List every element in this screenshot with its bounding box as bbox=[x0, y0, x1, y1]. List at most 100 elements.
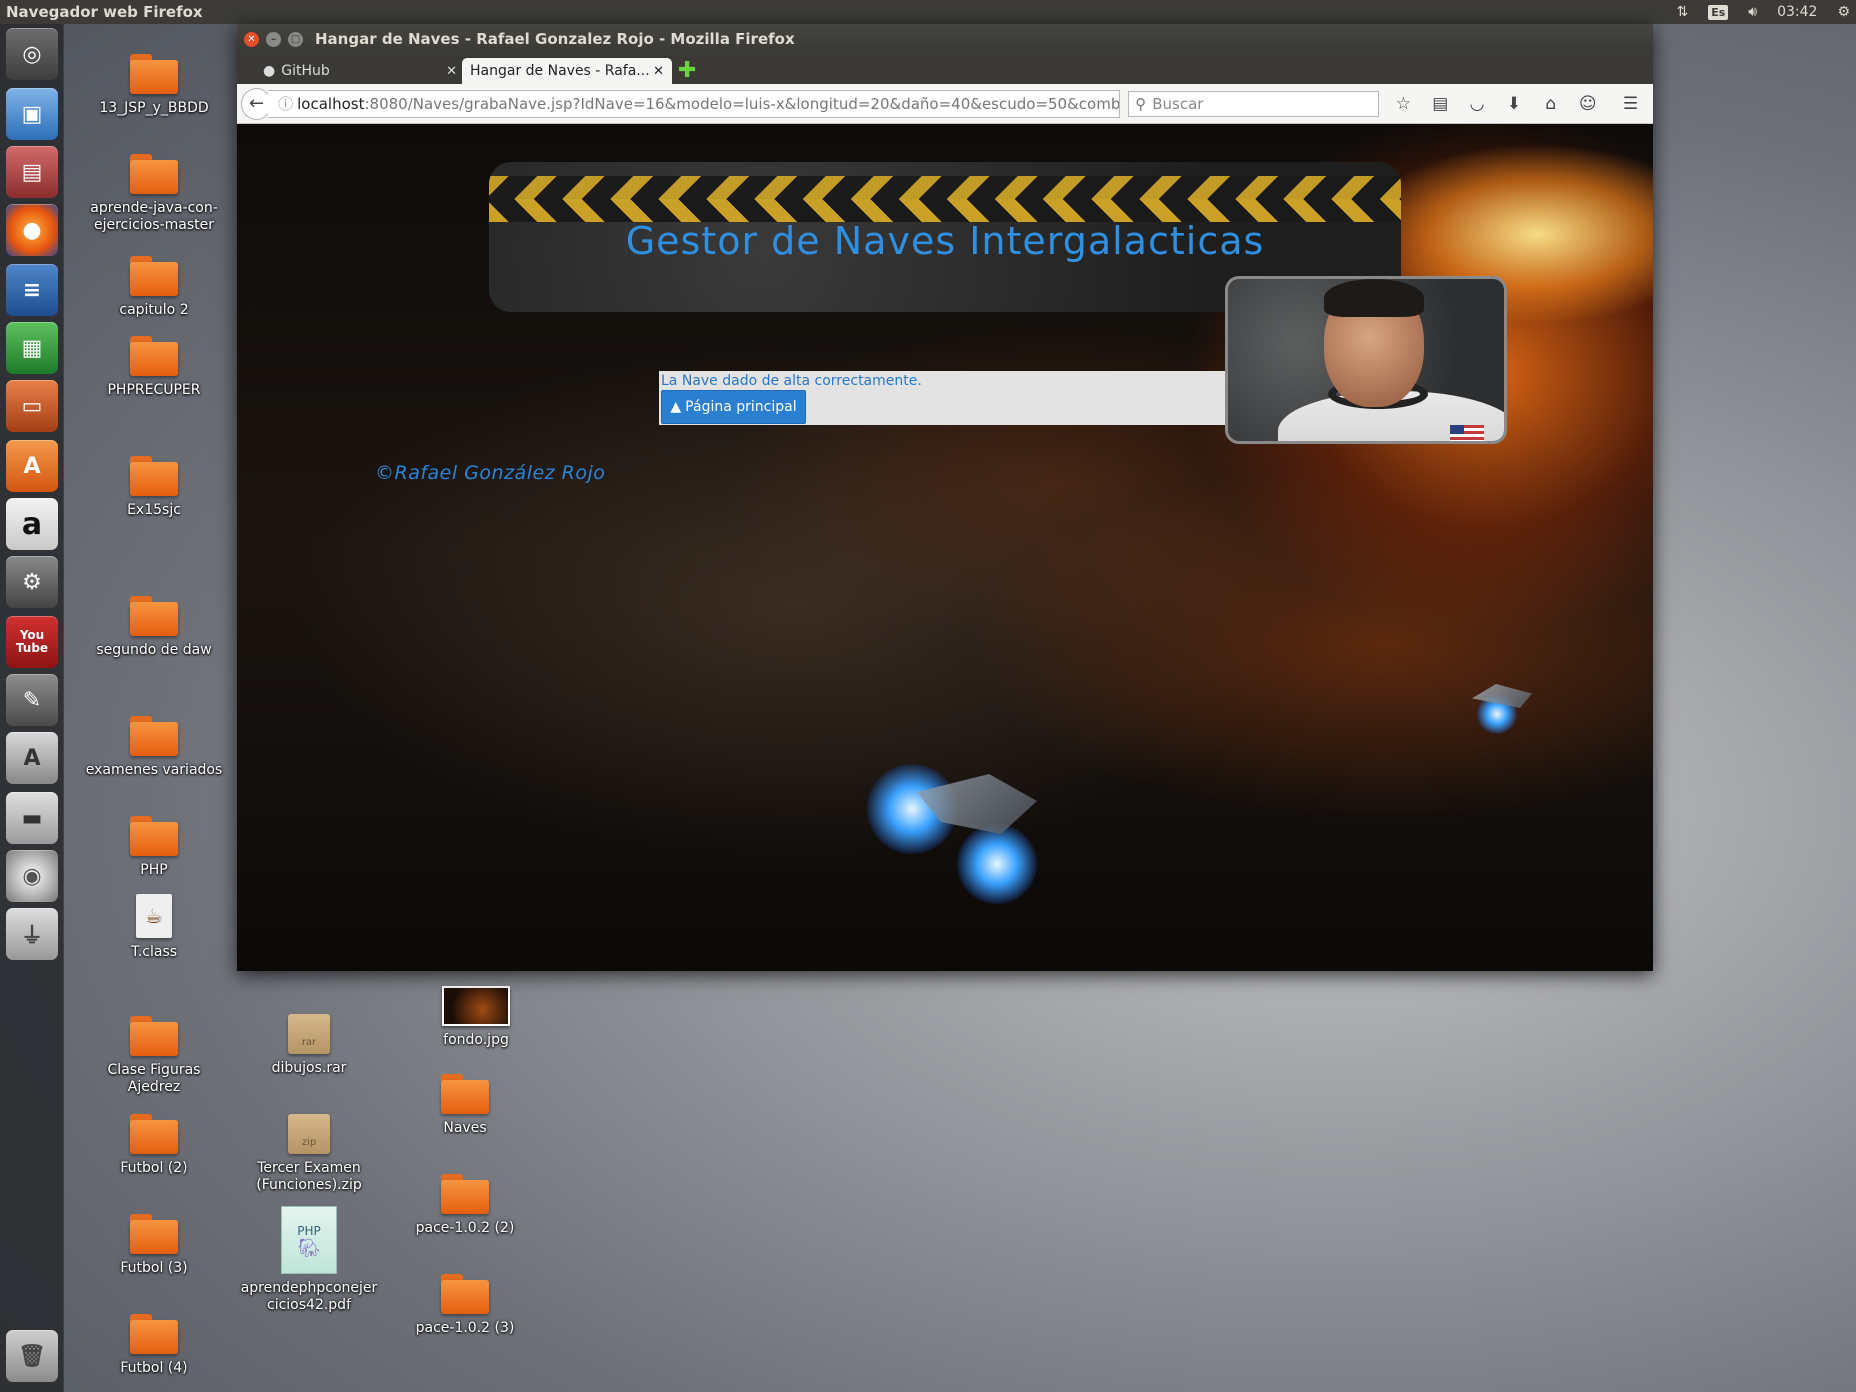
desktop-icon-aprendephp-pdf[interactable]: PHP 🐘︎ aprendephpconejercicios42.pdf bbox=[239, 1206, 379, 1314]
download-icon[interactable]: ⬇ bbox=[1496, 94, 1533, 114]
keyboard-layout-indicator[interactable]: Es bbox=[1708, 4, 1729, 20]
folder-icon bbox=[441, 1174, 489, 1214]
amazon-icon[interactable]: a bbox=[6, 498, 58, 550]
close-window-icon[interactable]: ✕ bbox=[244, 31, 259, 47]
gimp-icon[interactable]: ✎ bbox=[6, 674, 58, 726]
disc-icon[interactable]: ◉ bbox=[6, 850, 58, 902]
copyright-text: ©Rafael González Rojo bbox=[375, 462, 606, 484]
page-content: Gestor de Naves Intergalacticas La Nave … bbox=[237, 124, 1653, 971]
flag-patch bbox=[1450, 425, 1484, 441]
desktop-icon-clase-figuras-ajedrez[interactable]: Clase Figuras Ajedrez bbox=[84, 1016, 224, 1096]
folder-icon bbox=[130, 456, 178, 496]
desktop-icon-tercer-examen-zip[interactable]: zip Tercer Examen (Funciones).zip bbox=[239, 1114, 379, 1194]
top-panel: Navegador web Firefox ⇅ Es 🔊︎ 03:42 ⚙ bbox=[0, 0, 1856, 24]
java-class-file-icon: ☕ bbox=[136, 894, 172, 938]
tab-strip: ● GitHub ✕ Hangar de Naves - Rafa... ✕ ✚ bbox=[237, 54, 1653, 84]
folder-icon bbox=[130, 336, 178, 376]
desktop-icon-naves[interactable]: Naves bbox=[395, 1074, 535, 1137]
folder-icon bbox=[130, 596, 178, 636]
folder-icon bbox=[130, 256, 178, 296]
folder-icon bbox=[130, 1114, 178, 1154]
image-thumbnail bbox=[442, 986, 510, 1026]
minimize-window-icon[interactable]: – bbox=[266, 31, 281, 47]
desktop-icon-futbol-2[interactable]: Futbol (2) bbox=[84, 1114, 224, 1177]
save-icon[interactable]: ▬ bbox=[6, 792, 58, 844]
usb-icon[interactable]: ⏚ bbox=[6, 908, 58, 960]
dash-icon[interactable]: ◎ bbox=[6, 28, 58, 80]
desktop-icon-segundo-de-daw[interactable]: segundo de daw bbox=[84, 596, 224, 659]
back-arrow-icon: ← bbox=[249, 93, 265, 114]
desktop-icon-dibujos-rar[interactable]: rar dibujos.rar bbox=[239, 1014, 379, 1077]
software-updater-icon[interactable]: A bbox=[6, 732, 58, 784]
desktop-icon-ex15sjc[interactable]: Ex15sjc bbox=[84, 456, 224, 519]
success-message: La Nave dado de alta correctamente. bbox=[661, 373, 922, 389]
network-icon[interactable]: ⇅ bbox=[1676, 4, 1688, 20]
tab-github[interactable]: ● GitHub ✕ bbox=[255, 58, 465, 84]
launcher: ◎ ▣ ▤ ● ≡ ▦ ▭ A a ⚙ You Tube ✎ A ▬ ◉ ⏚ 🗑… bbox=[0, 24, 64, 1392]
desktop-icon-13-jsp[interactable]: 13_JSP_y_BBDD bbox=[84, 54, 224, 117]
folder-icon bbox=[441, 1074, 489, 1114]
chat-icon[interactable]: ☺ bbox=[1569, 94, 1606, 114]
youtube-icon[interactable]: You Tube bbox=[6, 616, 58, 668]
writer-icon[interactable]: ≡ bbox=[6, 264, 58, 316]
search-input[interactable]: ⚲ Buscar bbox=[1128, 90, 1379, 117]
folder-icon bbox=[130, 154, 178, 194]
folder-icon bbox=[130, 1314, 178, 1354]
desktop-icon-phprecuper[interactable]: PHPRECUPER bbox=[84, 336, 224, 399]
folder-icon bbox=[130, 816, 178, 856]
volume-icon[interactable]: 🔊︎ bbox=[1748, 4, 1757, 20]
desktop-icon-pace-2[interactable]: pace-1.0.2 (2) bbox=[395, 1174, 535, 1237]
desktop-icon-t-class[interactable]: ☕ T.class bbox=[84, 894, 224, 961]
trash-icon[interactable]: 🗑︎ bbox=[6, 1330, 58, 1382]
new-tab-icon[interactable]: ✚ bbox=[678, 58, 696, 83]
desktop-icon-aprende-java[interactable]: aprende-java-con-ejercicios-master bbox=[84, 154, 224, 234]
astronaut-photo bbox=[1225, 276, 1507, 444]
calc-icon[interactable]: ▦ bbox=[6, 322, 58, 374]
folder-icon bbox=[130, 1016, 178, 1056]
menu-icon[interactable]: ☰ bbox=[1612, 94, 1649, 114]
virtualbox-icon[interactable]: ▣ bbox=[6, 88, 58, 140]
home-button-icon: ▲ bbox=[670, 399, 682, 415]
bookmark-star-icon[interactable]: ☆ bbox=[1385, 94, 1422, 114]
software-center-icon[interactable]: A bbox=[6, 440, 58, 492]
maximize-window-icon[interactable]: □ bbox=[288, 31, 303, 47]
archive-icon: rar bbox=[288, 1014, 330, 1054]
bookmarks-list-icon[interactable]: ▤ bbox=[1422, 94, 1459, 114]
home-icon[interactable]: ⌂ bbox=[1532, 94, 1569, 114]
pocket-icon[interactable]: ◡ bbox=[1459, 94, 1496, 114]
desktop-icon-php[interactable]: PHP bbox=[84, 816, 224, 879]
pdf-thumbnail: PHP 🐘︎ bbox=[281, 1206, 337, 1274]
message-panel: La Nave dado de alta correctamente. ▲ Pá… bbox=[659, 371, 1225, 425]
url-bar[interactable]: ⓘ localhost:8080/Naves/grabaNave.jsp?IdN… bbox=[268, 89, 1121, 118]
impress-icon[interactable]: ▭ bbox=[6, 380, 58, 432]
folder-icon bbox=[441, 1274, 489, 1314]
firefox-icon[interactable]: ● bbox=[6, 204, 58, 256]
page-title: Gestor de Naves Intergalacticas bbox=[625, 219, 1265, 263]
github-icon: ● bbox=[263, 63, 276, 79]
desktop-icon-pace-3[interactable]: pace-1.0.2 (3) bbox=[395, 1274, 535, 1337]
files-icon[interactable]: ▤ bbox=[6, 146, 58, 198]
active-app-title: Navegador web Firefox bbox=[6, 3, 203, 21]
tab-hangar-de-naves[interactable]: Hangar de Naves - Rafa... ✕ bbox=[462, 58, 672, 84]
firefox-window: ✕ – □ Hangar de Naves - Rafael Gonzalez … bbox=[237, 24, 1653, 971]
desktop-icon-fondo-jpg[interactable]: fondo.jpg bbox=[406, 986, 546, 1049]
desktop-icon-capitulo-2[interactable]: capitulo 2 bbox=[84, 256, 224, 319]
site-info-icon[interactable]: ⓘ bbox=[278, 93, 293, 114]
home-page-button[interactable]: ▲ Página principal bbox=[661, 390, 806, 424]
desktop-icon-futbol-3[interactable]: Futbol (3) bbox=[84, 1214, 224, 1277]
archive-icon: zip bbox=[288, 1114, 330, 1154]
window-title: Hangar de Naves - Rafael Gonzalez Rojo -… bbox=[315, 30, 795, 48]
window-titlebar[interactable]: ✕ – □ Hangar de Naves - Rafael Gonzalez … bbox=[237, 24, 1653, 54]
clock[interactable]: 03:42 bbox=[1777, 4, 1817, 20]
desktop-icon-futbol-4[interactable]: Futbol (4) bbox=[84, 1314, 224, 1377]
desktop-icon-examenes-variados[interactable]: examenes variados bbox=[84, 716, 224, 779]
system-settings-icon[interactable]: ⚙ bbox=[6, 556, 58, 608]
folder-icon bbox=[130, 1214, 178, 1254]
indicators: ⇅ Es 🔊︎ 03:42 ⚙ bbox=[1676, 4, 1850, 20]
folder-icon bbox=[130, 716, 178, 756]
close-tab-icon[interactable]: ✕ bbox=[653, 64, 664, 79]
search-icon: ⚲ bbox=[1135, 94, 1147, 113]
system-gear-icon[interactable]: ⚙ bbox=[1837, 4, 1850, 20]
close-tab-icon[interactable]: ✕ bbox=[446, 64, 457, 79]
navigation-toolbar: ← ⓘ localhost:8080/Naves/grabaNave.jsp?I… bbox=[237, 84, 1653, 124]
